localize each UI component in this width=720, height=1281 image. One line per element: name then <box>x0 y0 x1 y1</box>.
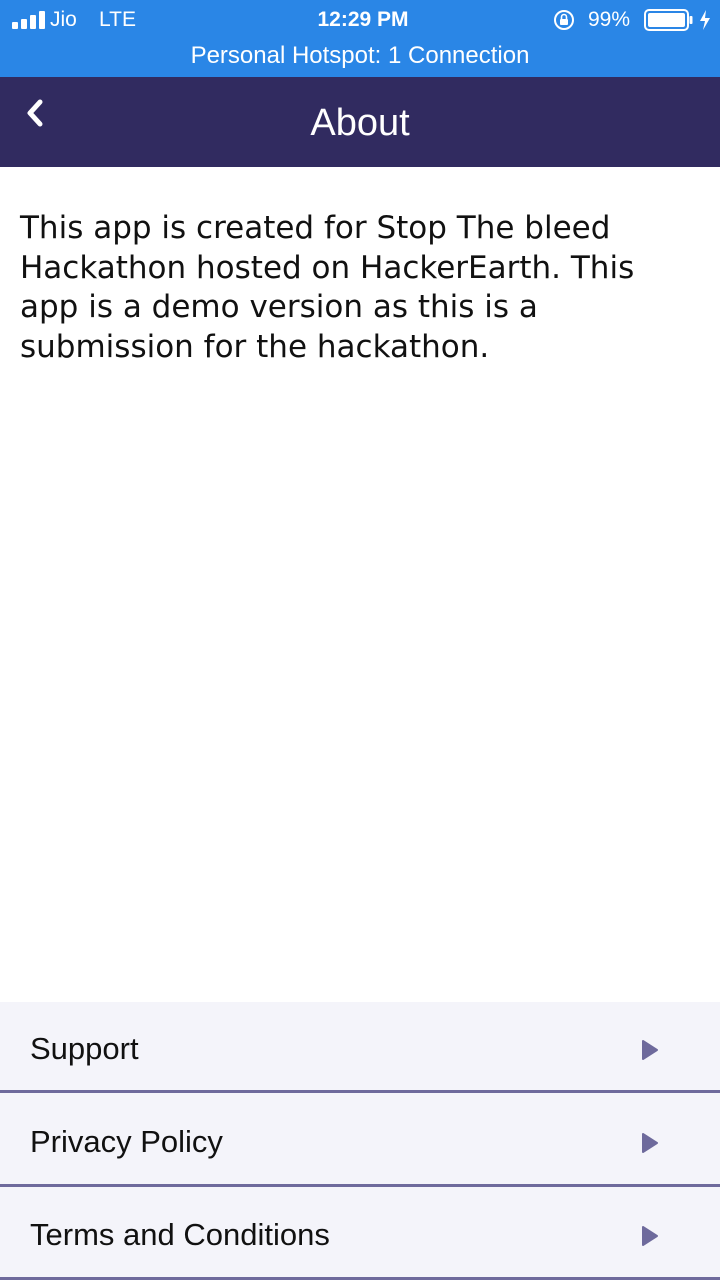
support-item[interactable]: Support <box>0 1002 720 1095</box>
page-title: About <box>310 102 410 144</box>
hotspot-banner[interactable]: Personal Hotspot: 1 Connection <box>0 40 720 74</box>
charging-bolt-icon <box>700 10 710 30</box>
menu-divider <box>0 1184 720 1187</box>
privacy-policy-item[interactable]: Privacy Policy <box>0 1095 720 1188</box>
arrow-right-icon <box>642 1040 658 1060</box>
privacy-policy-label: Privacy Policy <box>30 1124 223 1159</box>
battery-icon <box>644 9 693 31</box>
terms-and-conditions-label: Terms and Conditions <box>30 1217 330 1252</box>
terms-and-conditions-item[interactable]: Terms and Conditions <box>0 1188 720 1281</box>
battery-percentage: 99% <box>588 8 631 31</box>
about-description: This app is created for Stop The bleed H… <box>20 210 635 365</box>
support-label: Support <box>30 1031 139 1066</box>
status-bar: Jio LTE 12:29 PM 99% Personal Hotspot: 1… <box>0 0 720 77</box>
status-bar-row: Jio LTE 12:29 PM 99% <box>0 0 720 40</box>
arrow-right-icon <box>642 1226 658 1246</box>
rotation-lock-icon <box>554 10 574 30</box>
arrow-right-icon <box>642 1133 658 1153</box>
navigation-bar: About <box>0 77 720 167</box>
about-menu: Support Privacy Policy Terms and Conditi… <box>0 1002 720 1280</box>
menu-divider <box>0 1090 720 1093</box>
